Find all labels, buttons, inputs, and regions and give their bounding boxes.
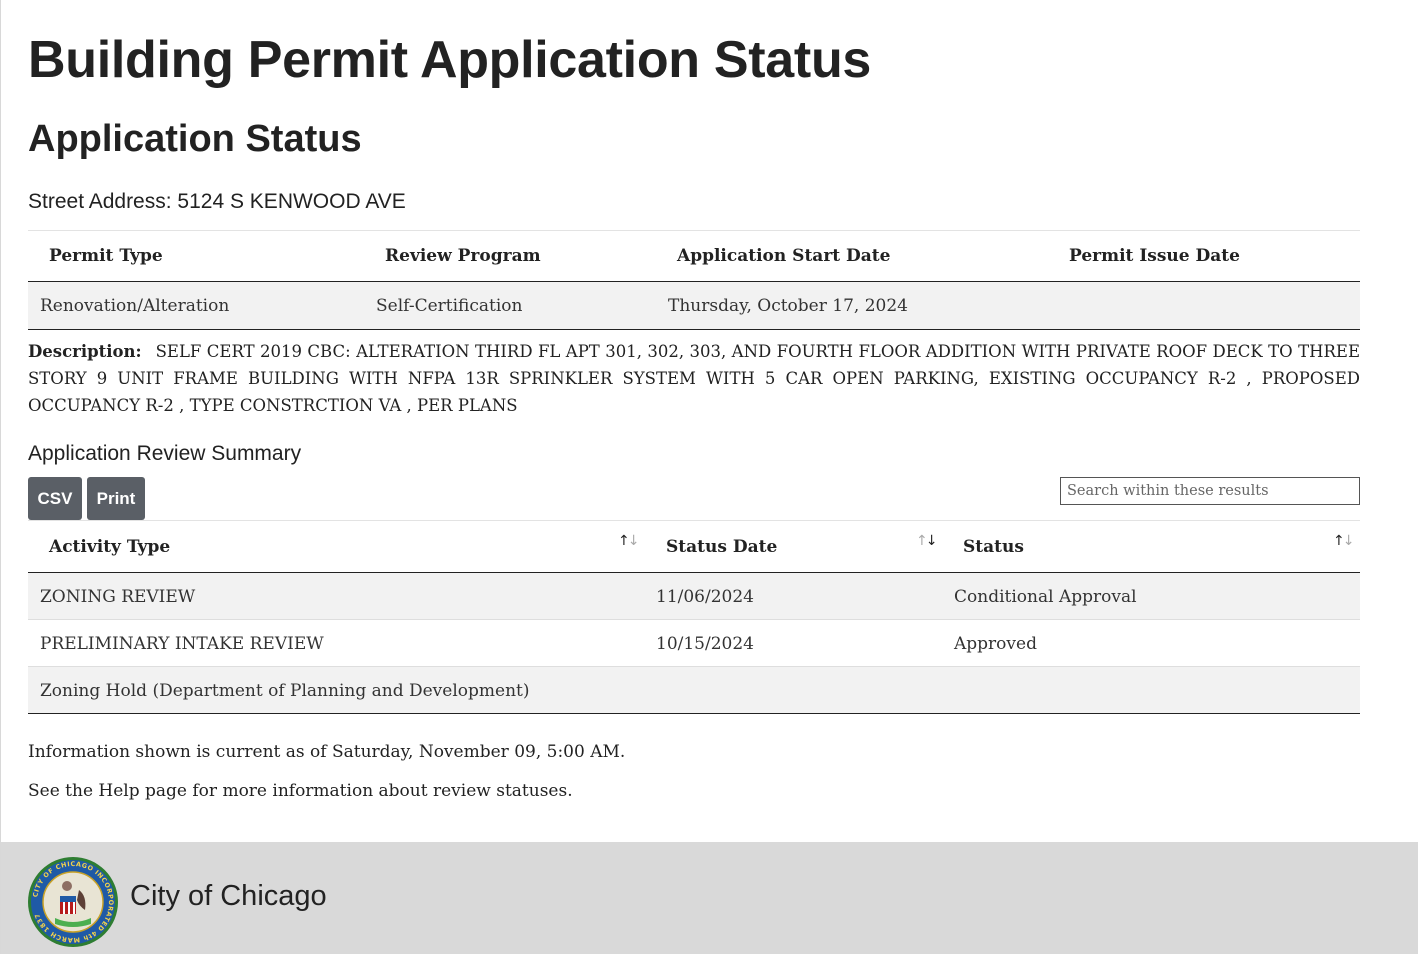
description: Description: SELF CERT 2019 CBC: ALTERATI… — [28, 338, 1360, 419]
city-seal-icon: CITY OF CHICAGO INCORPORATED 4th MARCH 1… — [28, 857, 118, 947]
table-row: ZONING REVIEW 11/06/2024 Conditional App… — [28, 573, 1360, 620]
section-title: Application Status — [28, 118, 362, 160]
print-button[interactable]: Print — [87, 477, 145, 520]
review-table-header: Activity Type ↑↓ Status Date ↑↓ Status ↑… — [28, 520, 1360, 573]
header-permit-type: Permit Type — [49, 246, 163, 266]
current-as-of-note: Information shown is current as of Satur… — [28, 742, 626, 762]
review-summary-title: Application Review Summary — [28, 442, 302, 465]
description-text: SELF CERT 2019 CBC: ALTERATION THIRD FL … — [28, 342, 1360, 415]
status-date-cell: 10/15/2024 — [656, 634, 754, 654]
sort-icon[interactable]: ↑↓ — [618, 533, 639, 549]
header-review-program: Review Program — [385, 246, 541, 266]
table-row: Renovation/Alteration Self-Certification… — [28, 282, 1360, 330]
permit-table: Permit Type Review Program Application S… — [28, 230, 1360, 330]
page-title: Building Permit Application Status — [28, 31, 872, 89]
city-name: City of Chicago — [130, 880, 327, 912]
application-start-date-value: Thursday, October 17, 2024 — [668, 296, 908, 316]
header-permit-issue-date: Permit Issue Date — [1069, 246, 1240, 266]
activity-type-cell: Zoning Hold (Department of Planning and … — [40, 681, 530, 701]
sort-icon[interactable]: ↑↓ — [1333, 533, 1354, 549]
activity-type-cell: PRELIMINARY INTAKE REVIEW — [40, 634, 324, 654]
header-activity-type[interactable]: Activity Type — [49, 537, 170, 557]
street-address: Street Address: 5124 S KENWOOD AVE — [28, 190, 406, 213]
footer: CITY OF CHICAGO INCORPORATED 4th MARCH 1… — [1, 842, 1418, 954]
review-program-value: Self-Certification — [376, 296, 523, 316]
header-status[interactable]: Status — [963, 537, 1024, 557]
status-date-cell: 11/06/2024 — [656, 587, 754, 607]
csv-button[interactable]: CSV — [28, 477, 82, 520]
permit-type-value: Renovation/Alteration — [40, 296, 230, 316]
permit-table-header: Permit Type Review Program Application S… — [28, 230, 1360, 282]
status-cell: Approved — [954, 634, 1037, 654]
table-row: PRELIMINARY INTAKE REVIEW 10/15/2024 App… — [28, 620, 1360, 667]
header-status-date[interactable]: Status Date — [666, 537, 777, 557]
table-row: Zoning Hold (Department of Planning and … — [28, 667, 1360, 714]
help-note: See the Help page for more information a… — [28, 781, 573, 801]
activity-type-cell: ZONING REVIEW — [40, 587, 196, 607]
status-cell: Conditional Approval — [954, 587, 1137, 607]
sort-desc-icon[interactable]: ↑↓ — [916, 533, 938, 549]
search-input[interactable] — [1060, 477, 1360, 505]
description-label: Description: — [28, 342, 142, 361]
header-application-start-date: Application Start Date — [677, 246, 891, 266]
review-table: Activity Type ↑↓ Status Date ↑↓ Status ↑… — [28, 520, 1360, 714]
